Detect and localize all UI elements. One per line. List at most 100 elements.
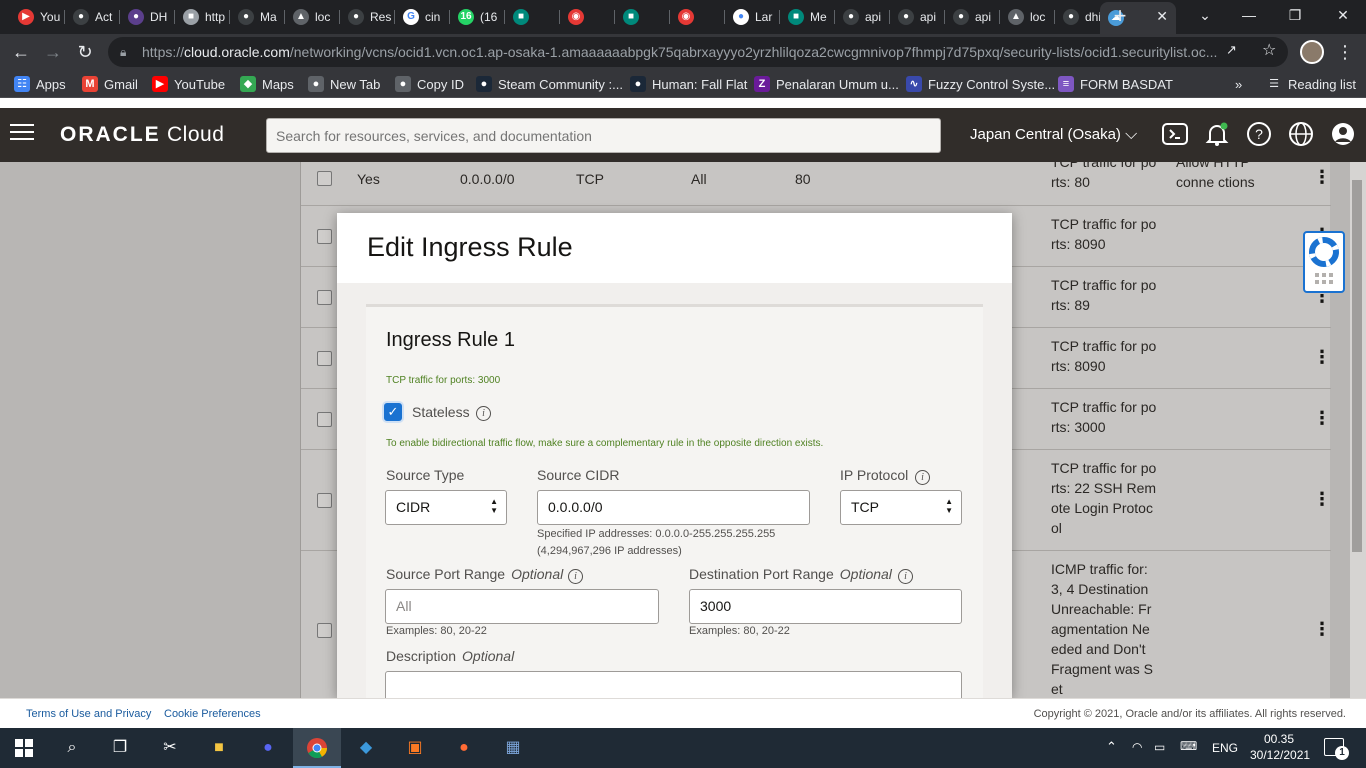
row-checkbox[interactable]: [317, 351, 332, 366]
bookmark-item[interactable]: ● Steam Community :...: [476, 70, 623, 98]
file-explorer-icon[interactable]: ■: [195, 728, 243, 768]
new-tab-button[interactable]: +: [1108, 4, 1132, 30]
notification-center-icon[interactable]: 1: [1324, 738, 1349, 760]
bookmark-item[interactable]: M Gmail: [82, 70, 138, 98]
source-port-info-icon[interactable]: i: [568, 569, 583, 584]
reload-icon[interactable]: ↻: [72, 39, 98, 65]
help-icon[interactable]: ?: [1246, 121, 1274, 149]
row-checkbox[interactable]: [317, 290, 332, 305]
vscode-icon[interactable]: ◆: [342, 728, 390, 768]
battery-icon[interactable]: ▭: [1154, 740, 1165, 754]
browser-tab[interactable]: ● Act: [65, 4, 120, 30]
profile-avatar[interactable]: [1300, 40, 1324, 64]
source-cidr-input[interactable]: 0.0.0.0/0: [537, 490, 810, 525]
ip-protocol-info-icon[interactable]: i: [915, 470, 930, 485]
scrollbar-thumb[interactable]: [1352, 180, 1362, 552]
row-checkbox[interactable]: [317, 229, 332, 244]
oracle-cloud-logo[interactable]: ORACLE Cloud: [60, 123, 224, 147]
bookmark-star-icon[interactable]: ☆: [1262, 40, 1276, 60]
browser-tab[interactable]: ◉: [560, 4, 615, 30]
postman-icon[interactable]: ●: [440, 728, 488, 768]
hamburger-menu-icon[interactable]: [10, 124, 34, 144]
browser-tab[interactable]: ● Res: [340, 4, 395, 30]
browser-tab[interactable]: ■: [615, 4, 670, 30]
row-actions-menu-icon[interactable]: ⋮: [1313, 489, 1331, 510]
search-input[interactable]: [266, 118, 941, 153]
bookmark-item[interactable]: ● Copy ID: [395, 70, 464, 98]
destination-port-range-input[interactable]: 3000: [689, 589, 962, 624]
browser-tab[interactable]: ■: [505, 4, 560, 30]
browser-tab[interactable]: ● api: [890, 4, 945, 30]
browser-tab[interactable]: Gcin: [395, 4, 450, 30]
help-lifebuoy-button[interactable]: [1303, 231, 1345, 293]
region-selector[interactable]: Japan Central (Osaka) ⌵: [970, 126, 1137, 144]
row-actions-menu-icon[interactable]: ⋮: [1313, 619, 1331, 640]
bookmark-item[interactable]: ● Human: Fall Flat: [630, 70, 747, 98]
language-globe-icon[interactable]: [1288, 121, 1316, 149]
row-checkbox[interactable]: [317, 412, 332, 427]
forward-icon[interactable]: →: [40, 39, 66, 65]
snipping-tool-icon[interactable]: ✂: [146, 728, 194, 768]
bookmark-item[interactable]: ☷ Apps: [14, 70, 66, 98]
row-actions-menu-icon[interactable]: ⋮: [1313, 167, 1331, 188]
source-type-select[interactable]: CIDR ▲ ▼: [385, 490, 507, 525]
close-window-button[interactable]: ✕: [1320, 0, 1366, 34]
close-tab-icon[interactable]: ✕: [1156, 8, 1168, 25]
stateless-info-icon[interactable]: i: [476, 406, 491, 421]
row-checkbox[interactable]: [317, 493, 332, 508]
xampp-icon[interactable]: ▣: [391, 728, 439, 768]
stateless-checkbox[interactable]: ✓: [384, 403, 402, 421]
browser-tab[interactable]: ▲ loc: [1000, 4, 1055, 30]
row-checkbox[interactable]: [317, 171, 332, 186]
bookmark-item[interactable]: ◆ Maps: [240, 70, 294, 98]
back-icon[interactable]: ←: [8, 39, 34, 65]
user-profile-icon[interactable]: [1330, 121, 1358, 149]
browser-tab[interactable]: ● Ma: [230, 4, 285, 30]
restore-button[interactable]: ❐: [1272, 0, 1318, 34]
description-input[interactable]: [385, 671, 962, 698]
browser-tab[interactable]: ● api: [945, 4, 1000, 30]
row-actions-menu-icon[interactable]: ⋮: [1313, 347, 1331, 368]
browser-tab[interactable]: ● DH: [120, 4, 175, 30]
bookmark-item[interactable]: ▶ YouTube: [152, 70, 225, 98]
browser-tab[interactable]: ▶ You: [10, 4, 65, 30]
bookmarks-overflow-button[interactable]: »: [1235, 70, 1242, 98]
minimize-button[interactable]: —: [1226, 0, 1272, 34]
discord-icon[interactable]: ●: [244, 728, 292, 768]
browser-menu-icon[interactable]: ⋮: [1336, 39, 1354, 65]
terms-link[interactable]: Terms of Use and Privacy: [26, 708, 151, 720]
keyboard-icon[interactable]: ⌨: [1180, 739, 1197, 753]
row-actions-menu-icon[interactable]: ⋮: [1313, 408, 1331, 429]
language-indicator[interactable]: ENG: [1212, 741, 1238, 755]
bookmark-item[interactable]: Z Penalaran Umum u...: [754, 70, 899, 98]
clock[interactable]: 00.35 30/12/2021: [1250, 731, 1310, 763]
ip-protocol-select[interactable]: TCP ▲ ▼: [840, 490, 962, 525]
browser-tab[interactable]: ■ Me: [780, 4, 835, 30]
wifi-icon[interactable]: ◠: [1132, 740, 1142, 754]
cookie-preferences-link[interactable]: Cookie Preferences: [164, 708, 261, 720]
browser-tab[interactable]: ● Lar: [725, 4, 780, 30]
address-bar[interactable]: 🔒︎ https://cloud.oracle.com/networking/v…: [108, 37, 1288, 67]
browser-tab[interactable]: ● api: [835, 4, 890, 30]
browser-tab[interactable]: 16 (16: [450, 4, 505, 30]
browser-tab[interactable]: ▲ loc: [285, 4, 340, 30]
destination-port-info-icon[interactable]: i: [898, 569, 913, 584]
source-port-range-input[interactable]: All: [385, 589, 659, 624]
search-icon[interactable]: ⌕: [48, 728, 96, 768]
tray-chevron-icon[interactable]: ⌃: [1106, 739, 1117, 755]
browser-tab[interactable]: ■ http: [175, 4, 230, 30]
bookmark-item[interactable]: ≡ FORM BASDAT: [1058, 70, 1173, 98]
task-view-icon[interactable]: ❐: [96, 728, 144, 768]
reading-list-button[interactable]: ☰ Reading list: [1266, 70, 1356, 98]
row-checkbox[interactable]: [317, 623, 332, 638]
share-icon[interactable]: ↗: [1226, 42, 1237, 58]
browser-tab[interactable]: ◉: [670, 4, 725, 30]
network-app-icon[interactable]: ▦: [489, 728, 537, 768]
notifications-bell-icon[interactable]: [1204, 121, 1232, 149]
start-windows-icon[interactable]: [0, 728, 48, 768]
bookmark-item[interactable]: ∿ Fuzzy Control Syste...: [906, 70, 1055, 98]
chrome-icon[interactable]: [293, 728, 341, 768]
tab-search-icon[interactable]: ⌄: [1182, 0, 1228, 34]
cloud-shell-icon[interactable]: [1162, 121, 1190, 149]
bookmark-item[interactable]: ● New Tab: [308, 70, 380, 98]
